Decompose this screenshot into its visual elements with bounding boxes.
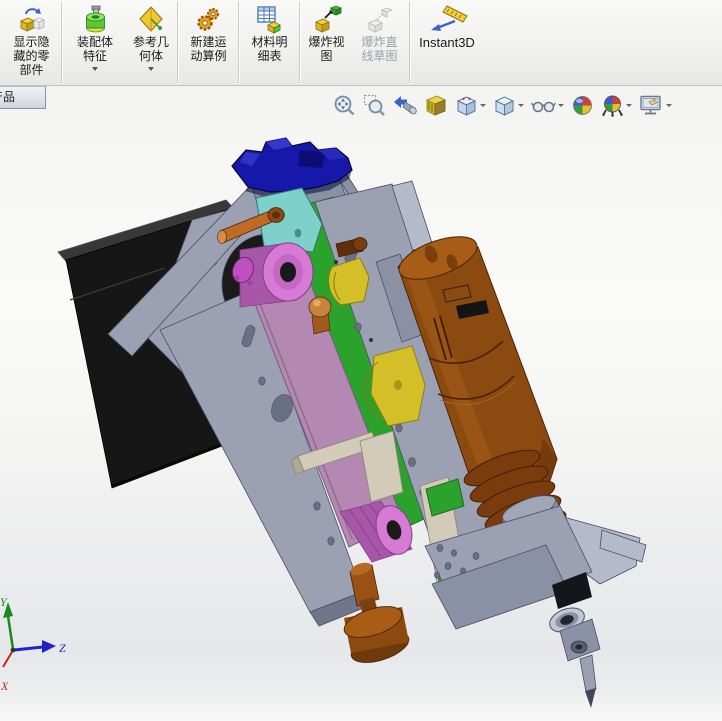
display-style-button[interactable] xyxy=(491,92,526,119)
explode-line-sketch-icon xyxy=(365,3,395,35)
bom-icon xyxy=(255,3,285,35)
ribbon-button-label: 新建运 动算例 xyxy=(190,35,227,63)
chuck-and-drill[interactable] xyxy=(546,604,601,708)
ribbon-separator xyxy=(177,2,179,83)
ribbon-button-label: 显示隐 藏的零 部件 xyxy=(13,35,50,77)
explode-line-sketch-button[interactable]: 爆炸直 线草图 xyxy=(351,0,408,85)
document-tab[interactable]: 产品 xyxy=(0,86,46,109)
show-hidden-components-icon xyxy=(17,3,47,35)
ribbon-button-label: 爆炸视 图 xyxy=(308,35,345,63)
ribbon-button-label: 材料明 细表 xyxy=(251,35,288,63)
chevron-down-icon xyxy=(626,103,632,107)
ribbon-button-label: 装配体 特征 xyxy=(76,35,113,63)
instant3d-button[interactable]: Instant3D xyxy=(412,0,482,85)
section-view-button[interactable] xyxy=(423,92,450,119)
view-heads-up-toolbar xyxy=(331,90,674,120)
chevron-down-icon xyxy=(558,103,564,107)
apply-scene-icon xyxy=(602,95,623,117)
ribbon-separator xyxy=(238,2,240,83)
display-style-icon xyxy=(494,95,515,116)
previous-view-icon xyxy=(394,95,417,114)
chevron-down-icon xyxy=(148,66,154,71)
view-orientation-button[interactable] xyxy=(453,92,488,119)
chevron-down-icon xyxy=(92,66,98,71)
instant3d-icon xyxy=(425,3,469,35)
chevron-down-icon xyxy=(518,103,524,107)
bill-of-materials-button[interactable]: 材料明 细表 xyxy=(241,0,298,85)
zoom-to-fit-button[interactable] xyxy=(331,92,358,119)
edit-appearance-button[interactable] xyxy=(569,92,596,119)
view-settings-button[interactable] xyxy=(637,92,674,119)
top-pulley[interactable] xyxy=(229,242,314,308)
tension-screw[interactable] xyxy=(340,560,412,668)
assembly-features-icon xyxy=(80,3,110,35)
chevron-down-icon xyxy=(666,103,672,107)
ribbon-button-label: Instant3D xyxy=(419,35,475,50)
apply-scene-button[interactable] xyxy=(599,92,634,119)
show-hidden-components-button[interactable]: 显示隐 藏的零 部件 xyxy=(3,0,60,85)
ribbon-separator xyxy=(61,2,63,83)
document-tab-label: 产品 xyxy=(0,90,16,104)
section-view-icon xyxy=(425,95,447,116)
chevron-down-icon xyxy=(480,103,486,107)
new-motion-study-button[interactable]: 新建运 动算例 xyxy=(180,0,237,85)
ribbon-button-label: 爆炸直 线草图 xyxy=(361,35,398,63)
hide-show-items-button[interactable] xyxy=(529,92,566,119)
motion-study-icon xyxy=(194,3,224,35)
zoom-to-area-button[interactable] xyxy=(361,92,388,119)
exploded-view-icon xyxy=(312,3,342,35)
view-orientation-icon xyxy=(456,95,477,116)
assembly-features-button[interactable]: 装配体 特征 xyxy=(64,0,126,85)
zoom-to-fit-icon xyxy=(334,95,355,115)
reference-geometry-icon xyxy=(136,3,166,35)
previous-view-button[interactable] xyxy=(391,92,420,119)
exploded-view-button[interactable]: 爆炸视 图 xyxy=(302,0,351,85)
drill-bit[interactable] xyxy=(579,654,597,693)
ribbon-button-label: 参考几 何体 xyxy=(132,35,169,63)
reference-geometry-button[interactable]: 参考几 何体 xyxy=(126,0,176,85)
ribbon-toolbar: 显示隐 藏的零 部件 装配体 特征 参考几 何体 新建运 动算例 材料明 细表 … xyxy=(0,0,722,86)
orientation-triad: Y Z X xyxy=(0,595,66,693)
zoom-to-area-icon xyxy=(363,94,385,116)
ribbon-separator xyxy=(409,2,411,83)
triad-x-label: X xyxy=(0,679,9,693)
hide-show-items-icon xyxy=(530,101,557,112)
view-settings-icon xyxy=(640,95,661,114)
edit-appearance-icon xyxy=(573,95,592,115)
triad-z-label: Z xyxy=(59,641,66,655)
ribbon-separator xyxy=(299,2,301,83)
